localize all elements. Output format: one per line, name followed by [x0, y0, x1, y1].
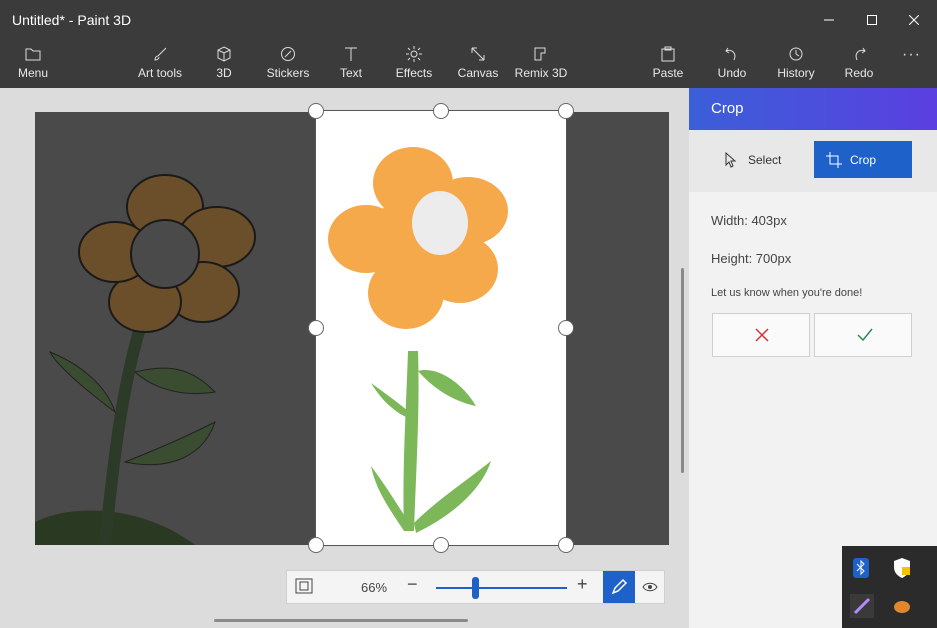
canvas-button[interactable]: Canvas [446, 40, 510, 88]
crop-handle-top-left[interactable] [308, 103, 324, 119]
stickers-label: Stickers [266, 66, 310, 80]
horizontal-scrollbar[interactable] [214, 619, 468, 622]
more-options-button[interactable]: ··· [902, 46, 921, 64]
brush-icon [154, 47, 167, 61]
canvas-resize-icon [471, 47, 485, 61]
zoom-slider-track[interactable] [436, 587, 567, 589]
history-label: History [777, 66, 815, 80]
crop-mode-label: Crop [850, 153, 877, 167]
fit-to-screen-icon[interactable] [295, 578, 313, 594]
close-icon [908, 14, 920, 26]
security-shield-icon[interactable] [890, 556, 914, 580]
crop-handle-bottom[interactable] [433, 537, 449, 553]
checkmark-icon [857, 328, 873, 342]
art-tools-label: Art tools [137, 66, 182, 80]
undo-icon [725, 47, 736, 61]
flower-3d-drawing [328, 147, 508, 533]
tray-overflow [842, 546, 937, 628]
select-mode-label: Select [748, 153, 782, 167]
vertical-scrollbar[interactable] [681, 268, 684, 473]
minimize-icon [824, 19, 834, 21]
menu-label: Menu [17, 66, 49, 80]
bluetooth-icon[interactable] [850, 556, 874, 580]
undo-button[interactable]: Undo [700, 40, 764, 88]
crop-handle-bottom-right[interactable] [558, 537, 574, 553]
crop-icon [826, 152, 842, 168]
crop-handle-right[interactable] [558, 320, 574, 336]
folder-icon [25, 48, 41, 61]
remix-3d-button[interactable]: Remix 3D [509, 40, 573, 88]
width-readout: Width: 403px [711, 213, 787, 228]
stickers-button[interactable]: Stickers [256, 40, 320, 88]
title-bar: Untitled* - Paint 3D [0, 0, 937, 40]
zoom-slider-thumb[interactable] [472, 577, 480, 599]
remix-label: Remix 3D [514, 66, 568, 80]
panel-title: Crop [711, 100, 744, 117]
pencil-icon [611, 578, 628, 595]
zoom-percent: 66% [361, 580, 388, 595]
effects-button[interactable]: Effects [382, 40, 446, 88]
text-icon [345, 47, 357, 61]
paste-label: Paste [652, 66, 684, 80]
remix-icon [534, 47, 546, 61]
crop-region[interactable] [315, 110, 567, 546]
canvas-workspace[interactable]: 66% − + [0, 88, 689, 628]
text-button[interactable]: Text [319, 40, 383, 88]
cancel-crop-button[interactable] [712, 313, 810, 357]
sun-icon [406, 46, 422, 62]
sticker-icon [281, 47, 295, 61]
3d-label: 3D [216, 66, 232, 80]
effects-label: Effects [395, 66, 433, 80]
select-mode-button[interactable]: Select [712, 141, 810, 178]
crop-handle-bottom-left[interactable] [308, 537, 324, 553]
pen-app-icon[interactable] [850, 594, 874, 618]
app-tray-icon[interactable] [890, 594, 914, 618]
undo-label: Undo [717, 66, 747, 80]
crop-mode-button[interactable]: Crop [814, 141, 912, 178]
crop-handle-top-right[interactable] [558, 103, 574, 119]
3d-button[interactable]: 3D [192, 40, 256, 88]
crop-handle-top[interactable] [433, 103, 449, 119]
main-toolbar: Menu Art tools 3D Stickers Text Effects … [0, 40, 937, 88]
pen-mode-button[interactable] [603, 571, 635, 603]
crop-mode-group: Select Crop [689, 130, 937, 192]
history-icon [789, 47, 803, 61]
done-hint: Let us know when you're done! [711, 287, 863, 299]
redo-icon [855, 47, 866, 61]
zoom-in-button[interactable]: + [577, 574, 588, 595]
history-button[interactable]: History [764, 40, 828, 88]
redo-button[interactable]: Redo [827, 40, 891, 88]
close-button[interactable] [891, 0, 937, 40]
menu-button[interactable]: Menu [1, 40, 65, 88]
cursor-icon [725, 152, 737, 168]
zoom-bar: 66% − + [286, 570, 665, 604]
maximize-button[interactable] [849, 0, 895, 40]
cancel-x-icon [755, 328, 769, 342]
window-title: Untitled* - Paint 3D [12, 12, 132, 28]
cube-icon [217, 46, 231, 62]
zoom-out-button[interactable]: − [407, 574, 418, 595]
eye-icon[interactable] [642, 579, 658, 595]
clipboard-icon [661, 46, 675, 62]
minimize-button[interactable] [806, 0, 852, 40]
height-readout: Height: 700px [711, 251, 792, 266]
canvas-label: Canvas [457, 66, 499, 80]
redo-label: Redo [844, 66, 874, 80]
art-tools-button[interactable]: Art tools [128, 40, 192, 88]
paste-button[interactable]: Paste [636, 40, 700, 88]
maximize-icon [867, 15, 877, 25]
panel-header: Crop [689, 88, 937, 130]
confirm-crop-button[interactable] [814, 313, 912, 357]
crop-handle-left[interactable] [308, 320, 324, 336]
text-label: Text [339, 66, 362, 80]
